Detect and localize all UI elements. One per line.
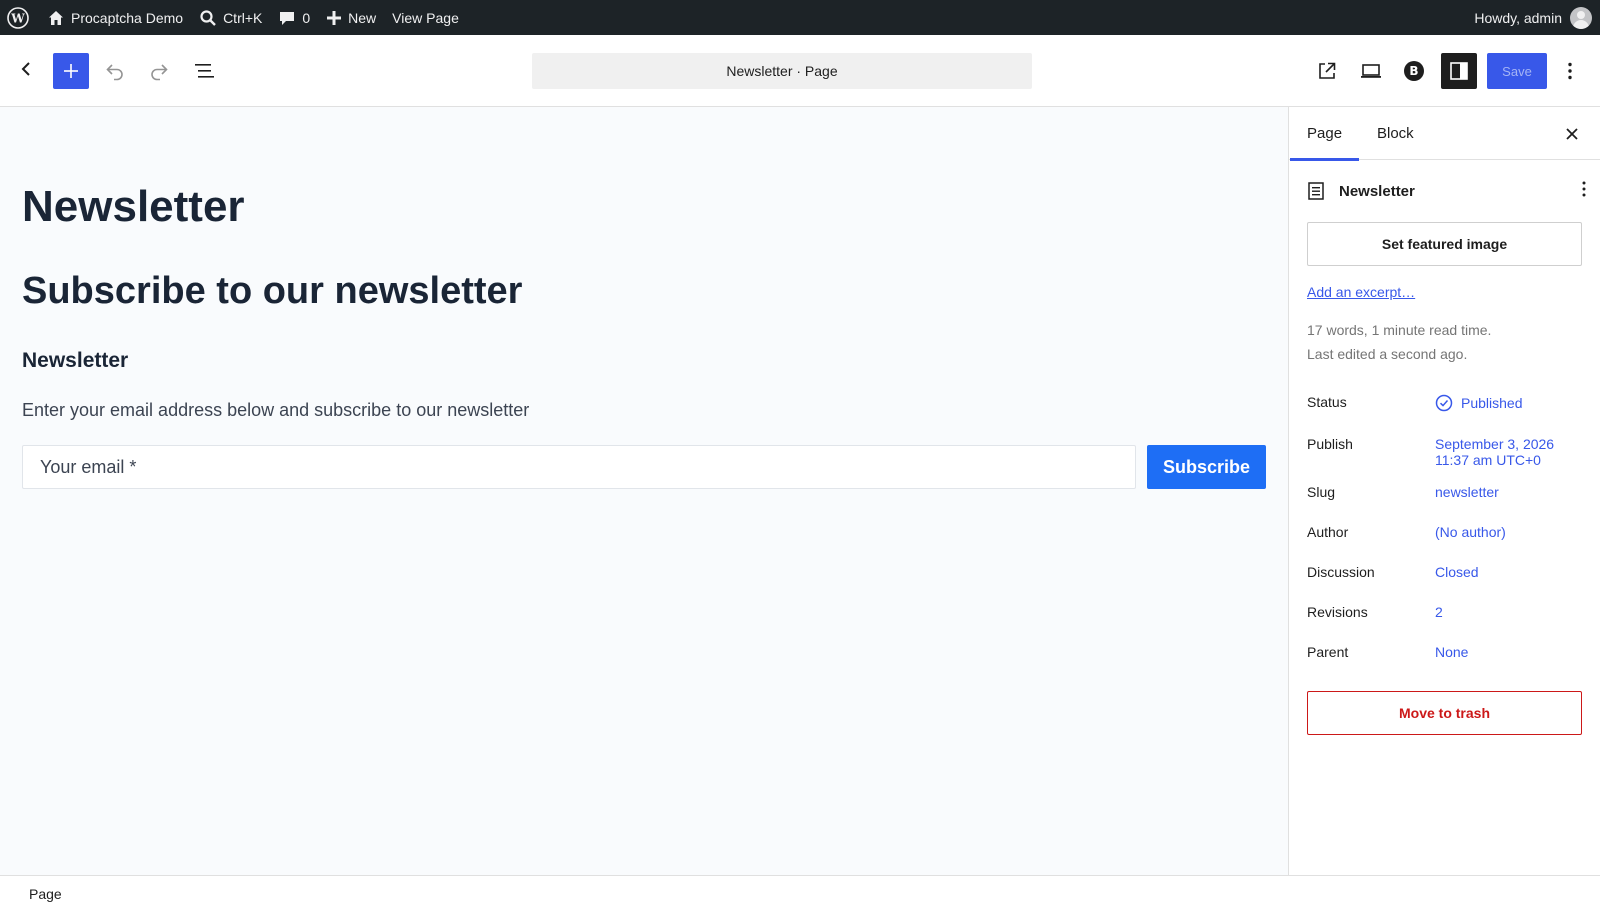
site-name-label: Procaptcha Demo — [71, 9, 184, 26]
author-button[interactable]: (No author) — [1435, 524, 1506, 540]
property-label: Parent — [1307, 644, 1349, 660]
new-label: New — [348, 9, 377, 26]
avatar[interactable] — [1570, 6, 1592, 29]
property-label: Revisions — [1307, 604, 1368, 620]
status-button[interactable]: Published — [1435, 394, 1523, 412]
svg-text:B: B — [1409, 64, 1418, 78]
search-shortcut-label: Ctrl+K — [223, 9, 263, 26]
property-label: Discussion — [1307, 564, 1375, 580]
sidebar-icon — [1450, 62, 1468, 80]
site-name-link[interactable]: Procaptcha Demo — [39, 0, 191, 35]
new-content-link[interactable]: New — [318, 0, 384, 35]
block-inserter-button[interactable] — [53, 53, 89, 89]
admin-bar: W Procaptcha Demo Ctrl+K 0 New View Page… — [0, 0, 1600, 35]
editor-header: Newsletter · Page B Save — [0, 35, 1600, 107]
preview-device-button[interactable] — [1353, 53, 1389, 89]
heading-block[interactable]: Subscribe to our newsletter — [22, 270, 522, 313]
comments-count: 0 — [302, 9, 311, 26]
document-title: Newsletter · Page — [726, 63, 838, 79]
command-palette-link[interactable]: Ctrl+K — [191, 0, 270, 35]
settings-sidebar-toggle[interactable] — [1441, 53, 1477, 89]
view-page-link[interactable]: View Page — [384, 0, 467, 35]
word-count-text: 17 words, 1 minute read time. — [1307, 322, 1492, 338]
sidebar-tabs: Page Block — [1289, 107, 1600, 161]
svg-text:W: W — [10, 11, 25, 25]
redo-icon — [151, 64, 168, 81]
document-actions-button[interactable] — [1581, 180, 1587, 203]
plus-icon — [64, 64, 78, 78]
property-label: Publish — [1307, 436, 1353, 452]
wordpress-logo-icon[interactable]: W — [0, 0, 39, 35]
publish-time: 11:37 am UTC+0 — [1435, 452, 1541, 468]
breadcrumb-page[interactable]: Page — [29, 886, 62, 902]
howdy-greeting[interactable]: Howdy, admin — [1474, 10, 1562, 26]
list-view-icon — [195, 64, 214, 78]
published-check-icon — [1435, 394, 1453, 412]
property-label: Slug — [1307, 484, 1336, 500]
page-icon — [1308, 182, 1324, 200]
document-title-bar[interactable]: Newsletter · Page — [532, 53, 1032, 89]
comments-link[interactable]: 0 — [270, 0, 318, 35]
undo-button[interactable] — [97, 53, 133, 89]
last-edited-text: Last edited a second ago. — [1307, 346, 1468, 362]
editor-canvas[interactable]: Newsletter Subscribe to our newsletter N… — [0, 107, 1288, 875]
comment-bubble-icon — [278, 9, 296, 27]
subscribe-button[interactable]: Subscribe — [1147, 445, 1266, 489]
status-value: Published — [1461, 395, 1523, 411]
plugin-button[interactable]: B — [1396, 53, 1432, 89]
paragraph-block[interactable]: Enter your email address below and subsc… — [22, 400, 529, 421]
more-vertical-icon — [1568, 62, 1572, 80]
desktop-icon — [1361, 64, 1381, 78]
settings-sidebar: Page Block Newsletter Set featured image… — [1288, 107, 1600, 875]
view-page-button[interactable] — [1309, 53, 1345, 89]
post-title[interactable]: Newsletter — [22, 182, 245, 232]
revisions-button[interactable]: 2 — [1435, 604, 1443, 620]
tab-page[interactable]: Page — [1289, 107, 1360, 161]
block-breadcrumb: Page — [0, 875, 1600, 911]
publish-date: September 3, 2026 — [1435, 436, 1555, 452]
publish-date-button[interactable]: September 3, 2026 11:37 am UTC+0 — [1435, 436, 1554, 468]
more-vertical-icon — [1582, 181, 1586, 196]
close-sidebar-button[interactable] — [1557, 119, 1587, 149]
property-label: Author — [1307, 524, 1349, 540]
parent-button[interactable]: None — [1435, 644, 1468, 660]
set-featured-image-button[interactable]: Set featured image — [1307, 222, 1582, 266]
slug-button[interactable]: newsletter — [1435, 484, 1499, 500]
document-overview-button[interactable] — [186, 53, 222, 89]
search-icon — [199, 9, 217, 27]
redo-button[interactable] — [141, 53, 177, 89]
document-name: Newsletter — [1339, 182, 1415, 200]
tab-block[interactable]: Block — [1377, 107, 1414, 160]
email-placeholder: Your email * — [40, 456, 137, 477]
plus-icon — [326, 10, 342, 26]
plugin-b-icon: B — [1404, 61, 1424, 81]
email-input[interactable]: Your email * — [22, 445, 1136, 489]
external-link-icon — [1319, 62, 1336, 79]
home-icon — [47, 9, 65, 27]
undo-icon — [106, 64, 123, 81]
property-label: Status — [1307, 394, 1347, 410]
move-to-trash-button[interactable]: Move to trash — [1307, 691, 1582, 735]
add-excerpt-link[interactable]: Add an excerpt… — [1307, 284, 1415, 300]
document-summary: Newsletter — [1307, 179, 1587, 203]
close-icon — [1566, 128, 1578, 140]
discussion-button[interactable]: Closed — [1435, 564, 1479, 580]
save-button[interactable]: Save — [1487, 53, 1547, 89]
options-button[interactable] — [1555, 53, 1585, 89]
subheading-block[interactable]: Newsletter — [22, 349, 128, 373]
chevron-left-icon — [21, 62, 30, 76]
back-button[interactable] — [8, 51, 44, 87]
